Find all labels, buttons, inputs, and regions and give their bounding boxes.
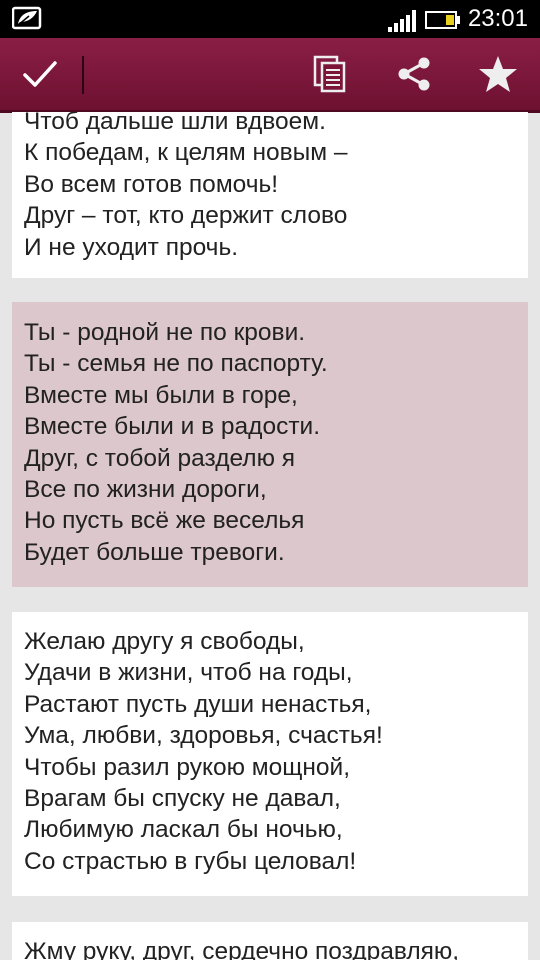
poem-line: Все по жизни дороги, — [24, 475, 267, 503]
status-bar: 23:01 — [0, 0, 540, 38]
poem-line: Ты - родной не по крови. — [24, 319, 306, 346]
copy-button[interactable] — [305, 38, 355, 110]
poem-line: Жму руку, друг, сердечно поздравляю, — [24, 938, 460, 960]
poem-line: Любимую ласкал бы ночью, — [24, 816, 343, 844]
poem-line: Растают пусть души ненастья, — [24, 690, 372, 718]
poem-line: К победам, к целям новым – — [24, 139, 348, 167]
battery-icon — [425, 11, 460, 29]
poem-line: Но пусть всё же веселья — [24, 507, 305, 535]
poem-list[interactable]: Чтоб дальше шли вдвоем. К победам, к цел… — [0, 112, 540, 960]
poem-line: Врагам бы спуску не давал, — [24, 784, 341, 812]
share-button[interactable] — [388, 38, 440, 110]
poem-line: Желаю другу я свободы, — [24, 628, 305, 655]
poem-line: Будет больше тревоги. — [24, 538, 285, 566]
poem-card[interactable]: Жму руку, друг, сердечно поздравляю, — [12, 922, 528, 960]
poem-line: Со страстью в губы целовал! — [24, 847, 357, 875]
star-icon — [479, 56, 517, 92]
share-icon — [398, 57, 430, 91]
poem-line: Во всем готов помочь! — [24, 170, 279, 198]
poem-line: Чтоб дальше шли вдвоем. — [24, 112, 326, 135]
poem-line: И не уходит прочь. — [24, 233, 239, 261]
check-icon — [23, 61, 57, 87]
action-bar — [0, 38, 540, 113]
poem-line: Ума, любви, здоровья, счастья! — [24, 722, 383, 750]
poem-line: Ты - семья не по паспорту. — [24, 350, 328, 378]
poem-line: Удачи в жизни, чтоб на годы, — [24, 659, 353, 687]
poem-line: Вместе были и в радости. — [24, 413, 321, 441]
poem-card[interactable]: Чтоб дальше шли вдвоем. К победам, к цел… — [12, 112, 528, 278]
poem-line: Друг, с тобой разделю я — [24, 444, 296, 472]
poem-line: Вместе мы были в горе, — [24, 381, 298, 409]
signal-icon — [388, 10, 416, 32]
status-time: 23:01 — [467, 5, 528, 32]
poem-line: Друг – тот, кто держит слово — [24, 202, 348, 230]
poem-line: Чтобы разил рукою мощной, — [24, 753, 351, 781]
copy-icon — [313, 55, 346, 93]
eco-leaf-icon — [12, 6, 42, 30]
action-bar-divider — [82, 56, 84, 94]
poem-card-selected[interactable]: Ты - родной не по крови. Ты - семья не п… — [12, 302, 528, 587]
favorite-button[interactable] — [472, 38, 524, 110]
confirm-button[interactable] — [10, 38, 70, 110]
poem-card[interactable]: Желаю другу я свободы, Удачи в жизни, чт… — [12, 612, 528, 896]
